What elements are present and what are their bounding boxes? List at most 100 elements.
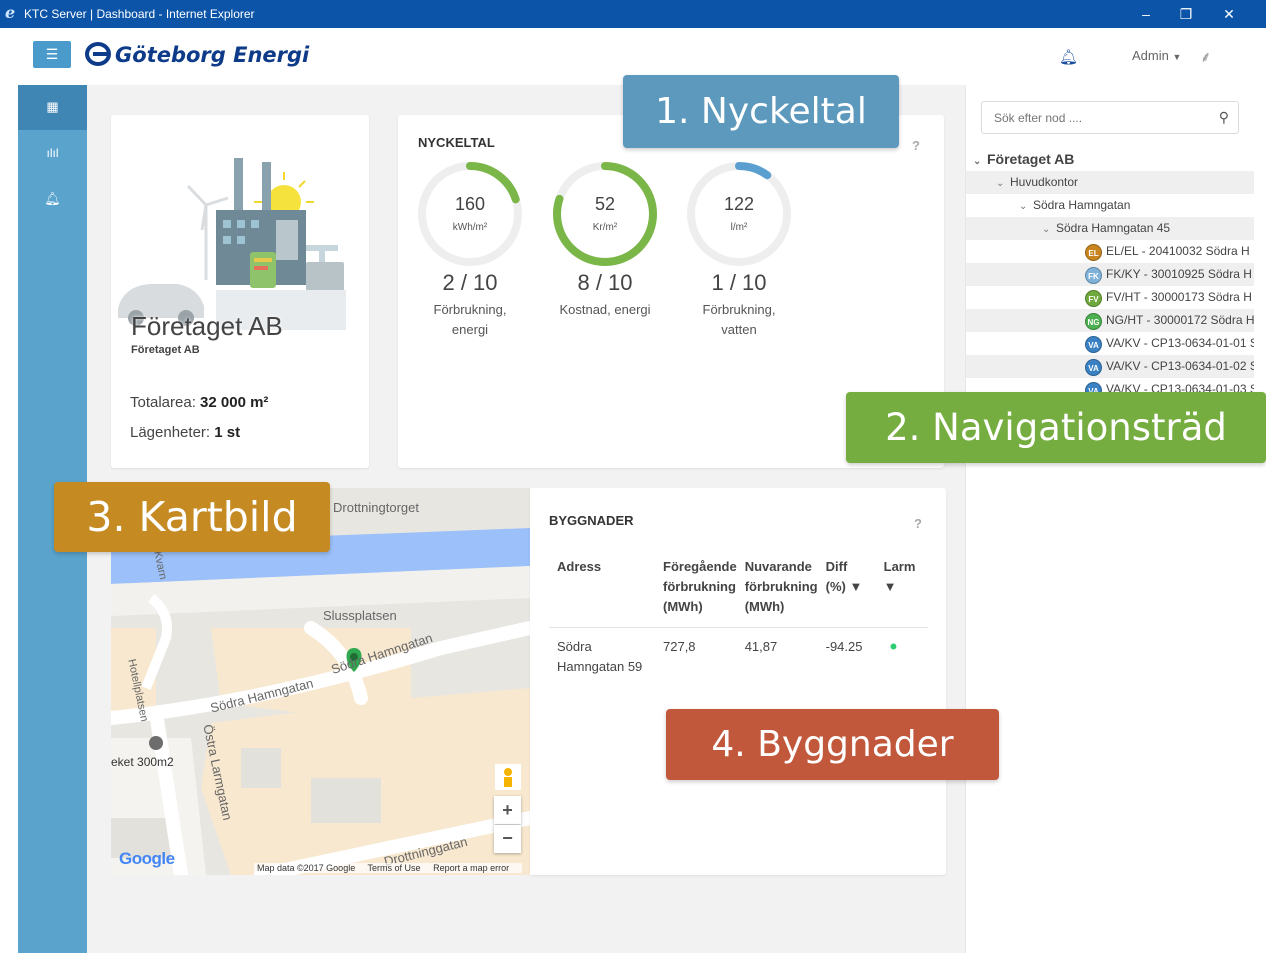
- cell-text: Södra: [557, 639, 592, 654]
- gauge-rank: 1 / 10: [711, 270, 767, 295]
- gauge-label: Kostnad, energi: [559, 302, 651, 317]
- navigation-tree-panel: ⚲ ⌄Företaget AB ⌄Huvudkontor ⌄Södra Hamn…: [965, 85, 1254, 953]
- user-menu[interactable]: Admin ▼: [1132, 48, 1181, 63]
- tree-node-label: VA/KV - CP13-0634-01-01 S: [1106, 336, 1254, 350]
- alarm-bell-icon[interactable]: 🔔︎: [18, 191, 87, 207]
- tree-leaf-node[interactable]: VA VA/KV - CP13-0634-01-02 S: [966, 355, 1254, 378]
- gauge-label: energi: [451, 322, 489, 337]
- tree-node-level2[interactable]: ⌄ Södra Hamngatan: [966, 194, 1254, 217]
- column-header-text: (%) ▼: [825, 579, 863, 594]
- tree-node-label: Företaget AB: [987, 151, 1075, 167]
- brand-mark-icon: [85, 42, 111, 66]
- tree-node-root[interactable]: ⌄ Företaget AB: [966, 148, 1254, 171]
- gauge-value: 122: [723, 194, 755, 214]
- search-icon[interactable]: ⚲: [1219, 109, 1229, 126]
- callout-map: 3. Kartbild: [54, 482, 330, 552]
- total-area: Totalarea: 32 000 m²: [130, 394, 268, 411]
- column-header-text: förbrukning: [663, 579, 736, 594]
- tree-node-level3[interactable]: ⌄ Södra Hamngatan 45: [966, 217, 1254, 240]
- column-header-text: (MWh): [663, 599, 703, 614]
- dashboard-icon[interactable]: ▦: [18, 99, 87, 115]
- tree-node-label: FK/KY - 30010925 Södra H: [1106, 267, 1252, 281]
- kpi-gauge-water-use: 122 l/m² 1 / 10 Förbrukning, vatten: [685, 160, 793, 340]
- column-header-previous[interactable]: Föregående förbrukning (MWh): [655, 547, 737, 628]
- brand-name: Göteborg Energi: [115, 43, 310, 67]
- column-header-text: Föregående: [663, 559, 737, 574]
- alarm-dot: •: [889, 634, 898, 659]
- tree-leaf-node[interactable]: FV FV/HT - 30000173 Södra H: [966, 286, 1254, 309]
- zoom-in-button[interactable]: +: [494, 796, 521, 824]
- kpi-gauge-energy-use: 160 kWh/m² 2 / 10 Förbrukning, energi: [416, 160, 524, 340]
- node-search-input[interactable]: [982, 102, 1202, 133]
- tree-leaf-node[interactable]: EL EL/EL - 20410032 Södra H: [966, 240, 1254, 263]
- window-title: KTC Server | Dashboard - Internet Explor…: [24, 7, 255, 21]
- terms-link[interactable]: Terms of Use: [368, 863, 421, 873]
- street-view-pegman-icon[interactable]: [494, 764, 521, 790]
- map-data-credit: Map data ©2017 Google: [257, 863, 356, 873]
- company-subname: Företaget AB: [131, 344, 200, 356]
- total-area-value: 32 000 m²: [200, 394, 269, 411]
- column-header-diff[interactable]: Diff (%) ▼: [817, 547, 876, 628]
- tree-node-label: NG/HT - 30000172 Södra H: [1106, 313, 1254, 327]
- cell-address: Södra Hamngatan 59: [549, 628, 655, 687]
- kpi-title: NYCKELTAL: [418, 135, 495, 150]
- notification-bell-icon[interactable]: 🔔︎: [1059, 48, 1078, 66]
- buildings-help-icon[interactable]: ?: [914, 516, 922, 531]
- chevron-down-icon[interactable]: ⌄: [996, 172, 1010, 195]
- tree-leaf-node[interactable]: VA VA/KV - CP13-0634-01-01 S: [966, 332, 1254, 355]
- sitemap-icon[interactable]: ⸙: [1200, 47, 1211, 67]
- meter-badge-icon: EL: [1085, 244, 1102, 261]
- tree-leaf-node[interactable]: FK FK/KY - 30010925 Södra H: [966, 263, 1254, 286]
- meter-badge-icon: VA: [1085, 336, 1102, 353]
- user-menu-label: Admin: [1132, 48, 1169, 63]
- kpi-gauge-energy-cost: 52 Kr/m² 8 / 10 Kostnad, energi: [551, 160, 659, 320]
- gauge-label: Förbrukning,: [433, 302, 507, 317]
- tree-node-label: FV/HT - 30000173 Södra H: [1106, 290, 1252, 304]
- meter-badge-icon: FK: [1085, 267, 1102, 284]
- column-header-address[interactable]: Adress: [549, 547, 655, 628]
- column-header-alarm[interactable]: Larm ▼: [875, 547, 928, 628]
- menu-toggle-button[interactable]: ☰: [33, 41, 71, 68]
- tree-node-level1[interactable]: ⌄ Huvudkontor: [966, 171, 1254, 194]
- chevron-down-icon[interactable]: ⌄: [1042, 218, 1056, 241]
- node-search: ⚲: [981, 101, 1239, 134]
- minimize-icon[interactable]: –: [1136, 4, 1156, 24]
- map-attribution: Map data ©2017 Google Terms of Use Repor…: [254, 863, 523, 873]
- zoom-out-button[interactable]: −: [494, 825, 521, 853]
- gauge-unit: Kr/m²: [592, 222, 618, 233]
- callout-navigation: 2. Navigationsträd: [846, 392, 1266, 463]
- cell-diff: -94.25: [825, 639, 863, 654]
- caret-down-icon: ▼: [1172, 52, 1182, 62]
- callout-nyckeltal: 1. Nyckeltal: [623, 75, 899, 148]
- kpi-help-icon[interactable]: ?: [912, 138, 920, 153]
- report-error-link[interactable]: Report a map error: [433, 863, 509, 873]
- close-icon[interactable]: ✕: [1219, 4, 1239, 24]
- buildings-table: Adress Föregående förbrukning (MWh) Nuvara…: [549, 547, 928, 686]
- total-area-label: Totalarea:: [130, 394, 196, 411]
- apartments: Lägenheter: 1 st: [130, 424, 240, 441]
- tree-leaf-node[interactable]: NG NG/HT - 30000172 Södra H: [966, 309, 1254, 332]
- bar-chart-icon[interactable]: ılıl: [18, 146, 87, 160]
- tree-node-label: Huvudkontor: [1010, 175, 1079, 189]
- company-card: Företaget AB Företaget AB Totalarea: 32 …: [111, 115, 369, 468]
- apartments-label: Lägenheter:: [130, 424, 211, 441]
- callout-buildings: 4. Byggnader: [666, 709, 999, 780]
- window-titlebar: e KTC Server | Dashboard - Internet Expl…: [0, 0, 1266, 28]
- buildings-title: BYGGNADER: [549, 513, 634, 528]
- column-header-current[interactable]: Nuvarande förbrukning (MWh): [736, 547, 818, 628]
- map-label-poi: eket 300m2: [111, 755, 174, 769]
- column-header-text: (MWh): [744, 599, 785, 614]
- chevron-down-icon[interactable]: ⌄: [1019, 195, 1033, 218]
- gauge-unit: kWh/m²: [452, 222, 488, 233]
- column-header-text: Diff: [825, 559, 848, 574]
- meter-badge-icon: VA: [1085, 359, 1102, 376]
- cell-text: Hamngatan 59: [557, 659, 643, 674]
- table-row[interactable]: Södra Hamngatan 59 727,8 41,87 -94.25 •: [549, 628, 928, 687]
- gauge-label: vatten: [721, 322, 757, 337]
- alarm-status-dot: •: [876, 628, 928, 687]
- chevron-down-icon[interactable]: ⌄: [973, 150, 987, 173]
- gauge-value: 160: [454, 194, 486, 214]
- company-name: Företaget AB: [131, 311, 283, 341]
- brand-logo[interactable]: Göteborg Energi: [85, 42, 309, 67]
- restore-icon[interactable]: ❐: [1176, 4, 1196, 24]
